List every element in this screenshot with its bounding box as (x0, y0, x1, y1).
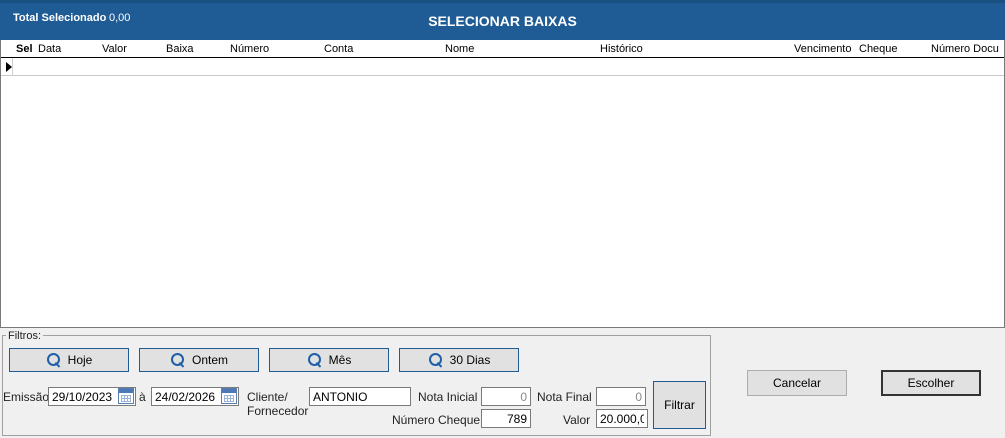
nota-inicial-input[interactable] (481, 387, 531, 406)
filter-30-days-label: 30 Dias (449, 353, 491, 367)
header-bar: Total Selecionado 0,00 SELECIONAR BAIXAS (0, 0, 1005, 40)
numero-cheque-input[interactable] (481, 409, 531, 428)
column-header-data[interactable]: Data (38, 43, 61, 55)
column-header-nome[interactable]: Nome (445, 43, 474, 55)
column-header-sel[interactable]: Sel (16, 43, 33, 55)
column-header-numero-documento[interactable]: Número Docu (931, 43, 999, 55)
calendar-to-icon[interactable] (221, 388, 237, 404)
nota-final-label: Nota Final (537, 390, 592, 404)
filter-month-button[interactable]: Mês (269, 348, 389, 372)
row-pointer-icon (6, 62, 12, 72)
column-header-cheque[interactable]: Cheque (859, 43, 898, 55)
date-separator: à (139, 390, 146, 404)
cancel-label: Cancelar (772, 376, 822, 390)
cancel-button[interactable]: Cancelar (747, 370, 847, 396)
filter-today-button[interactable]: Hoje (9, 348, 129, 372)
valor-label: Valor (563, 413, 591, 427)
column-header-vencimento[interactable]: Vencimento (794, 43, 851, 55)
filter-yesterday-label: Ontem (191, 353, 228, 367)
column-header-numero[interactable]: Número (230, 43, 269, 55)
filter-today-label: Hoje (67, 353, 93, 367)
cliente-label-line2: Fornecedor (247, 404, 309, 418)
numero-cheque-label: Número Cheque (392, 413, 481, 427)
choose-button[interactable]: Escolher (881, 370, 981, 396)
choose-label: Escolher (907, 376, 955, 390)
search-icon (307, 352, 323, 368)
valor-input[interactable] (596, 409, 648, 428)
grid-new-row[interactable] (1, 58, 1004, 76)
column-header-baixa[interactable]: Baixa (166, 43, 194, 55)
search-icon (170, 352, 186, 368)
filter-30-days-button[interactable]: 30 Dias (399, 348, 519, 372)
baixas-grid[interactable]: Sel Data Valor Baixa Número Conta Nome H… (0, 40, 1005, 328)
nota-inicial-label: Nota Inicial (418, 390, 478, 404)
row-indicator-cell (1, 58, 13, 76)
calendar-from-icon[interactable] (118, 388, 134, 404)
search-icon (428, 352, 444, 368)
column-header-valor[interactable]: Valor (102, 43, 127, 55)
column-header-historico[interactable]: Histórico (600, 43, 643, 55)
cliente-label-line1: Cliente/ (247, 390, 288, 404)
nota-final-input[interactable] (596, 387, 646, 406)
filters-legend: Filtros: (6, 330, 43, 342)
filtrar-label: Filtrar (664, 398, 695, 412)
filtrar-button[interactable]: Filtrar (653, 381, 706, 429)
emissao-label: Emissão: (3, 390, 53, 404)
search-icon (46, 352, 62, 368)
grid-header: Sel Data Valor Baixa Número Conta Nome H… (1, 40, 1004, 58)
column-header-conta[interactable]: Conta (324, 43, 353, 55)
filter-month-label: Mês (328, 353, 352, 367)
page-title: SELECIONAR BAIXAS (428, 13, 577, 29)
cliente-fornecedor-input[interactable] (309, 387, 411, 406)
filter-yesterday-button[interactable]: Ontem (139, 348, 259, 372)
